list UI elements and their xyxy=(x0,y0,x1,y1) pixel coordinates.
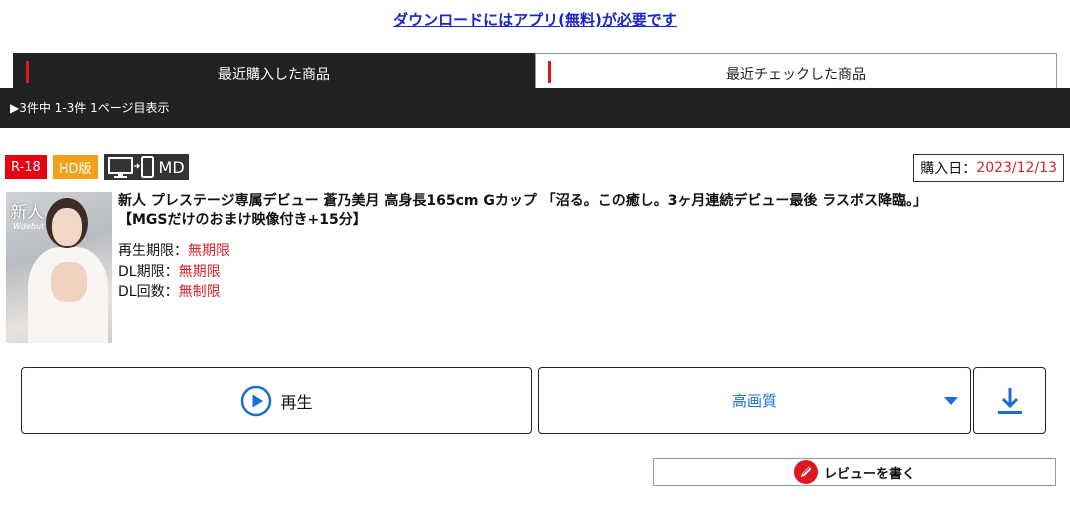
product-thumbnail[interactable]: 新人 Wdebut xyxy=(6,192,112,343)
purchase-date-box: 購入日： 2023/12/13 xyxy=(913,154,1064,182)
product-title[interactable]: 新人 プレステージ専属デビュー 蒼乃美月 高身長165cm Gカップ 「沼る。こ… xyxy=(118,192,1058,230)
meta-row-play-limit: 再生期限：無期限 xyxy=(118,241,230,262)
product-title-line2: 【MGSだけのおまけ映像付き+15分】 xyxy=(118,212,367,228)
result-summary: ▶3件中 1-3件 1ページ目表示 xyxy=(10,101,170,115)
play-label: 再生 xyxy=(280,392,313,412)
quality-select[interactable]: 高画質 xyxy=(538,367,971,434)
tab-recently-purchased[interactable]: 最近購入した商品 xyxy=(13,53,535,88)
meta-row-dl-count: DL回数：無制限 xyxy=(118,282,230,303)
purchase-date-label: 購入日： xyxy=(920,161,977,177)
meta-row-dl-limit: DL期限：無期限 xyxy=(118,262,230,283)
tab-marker xyxy=(548,61,551,83)
product-title-line1: 新人 プレステージ専属デビュー 蒼乃美月 高身長165cm Gカップ 「沼る。こ… xyxy=(118,193,928,209)
caret-down-icon xyxy=(944,397,958,405)
thumb-figure-face xyxy=(52,208,82,246)
tab-marker xyxy=(26,61,29,83)
meta-label: DL期限： xyxy=(118,263,179,280)
meta-label: 再生期限： xyxy=(118,243,188,259)
quality-label: 高画質 xyxy=(731,392,777,410)
download-icon xyxy=(997,387,1022,414)
thumb-title-mark: 新人 xyxy=(10,203,44,223)
item-badges: R-18 HD版 MD xyxy=(5,154,189,181)
play-button[interactable]: 再生 xyxy=(21,367,532,434)
purchase-date-value: 2023/12/13 xyxy=(976,160,1057,176)
meta-value: 無期限 xyxy=(178,263,221,280)
meta-value: 無期限 xyxy=(188,243,230,259)
write-review-button[interactable]: レビューを書く xyxy=(653,458,1056,486)
history-tabs: 最近購入した商品 最近チェックした商品 xyxy=(13,53,1057,88)
tab-label: 最近チェックした商品 xyxy=(726,67,866,83)
thumb-figure-skin xyxy=(51,262,87,302)
tab-label: 最近購入した商品 xyxy=(218,66,330,83)
md-label: MD xyxy=(158,157,185,177)
device-badge: MD xyxy=(103,154,189,180)
meta-label: DL回数： xyxy=(118,284,179,300)
result-summary-bar: ▶3件中 1-3件 1ページ目表示 xyxy=(0,88,1070,128)
meta-value: 無制限 xyxy=(178,284,221,300)
r18-badge: R-18 xyxy=(5,155,47,179)
tab-recently-checked[interactable]: 最近チェックした商品 xyxy=(535,53,1057,88)
pen-icon xyxy=(793,460,818,484)
app-download-link[interactable]: ダウンロードにはアプリ(無料)が必要です xyxy=(0,9,1070,30)
thumb-sub-mark: Wdebut xyxy=(13,222,45,231)
download-button[interactable] xyxy=(973,367,1046,434)
play-circle-icon xyxy=(241,385,272,416)
review-label: レビューを書く xyxy=(823,466,915,482)
pc-smartphone-icon xyxy=(107,156,154,178)
hd-badge: HD版 xyxy=(52,155,98,179)
product-meta: 再生期限：無期限 DL期限：無期限 DL回数：無制限 xyxy=(118,241,230,303)
